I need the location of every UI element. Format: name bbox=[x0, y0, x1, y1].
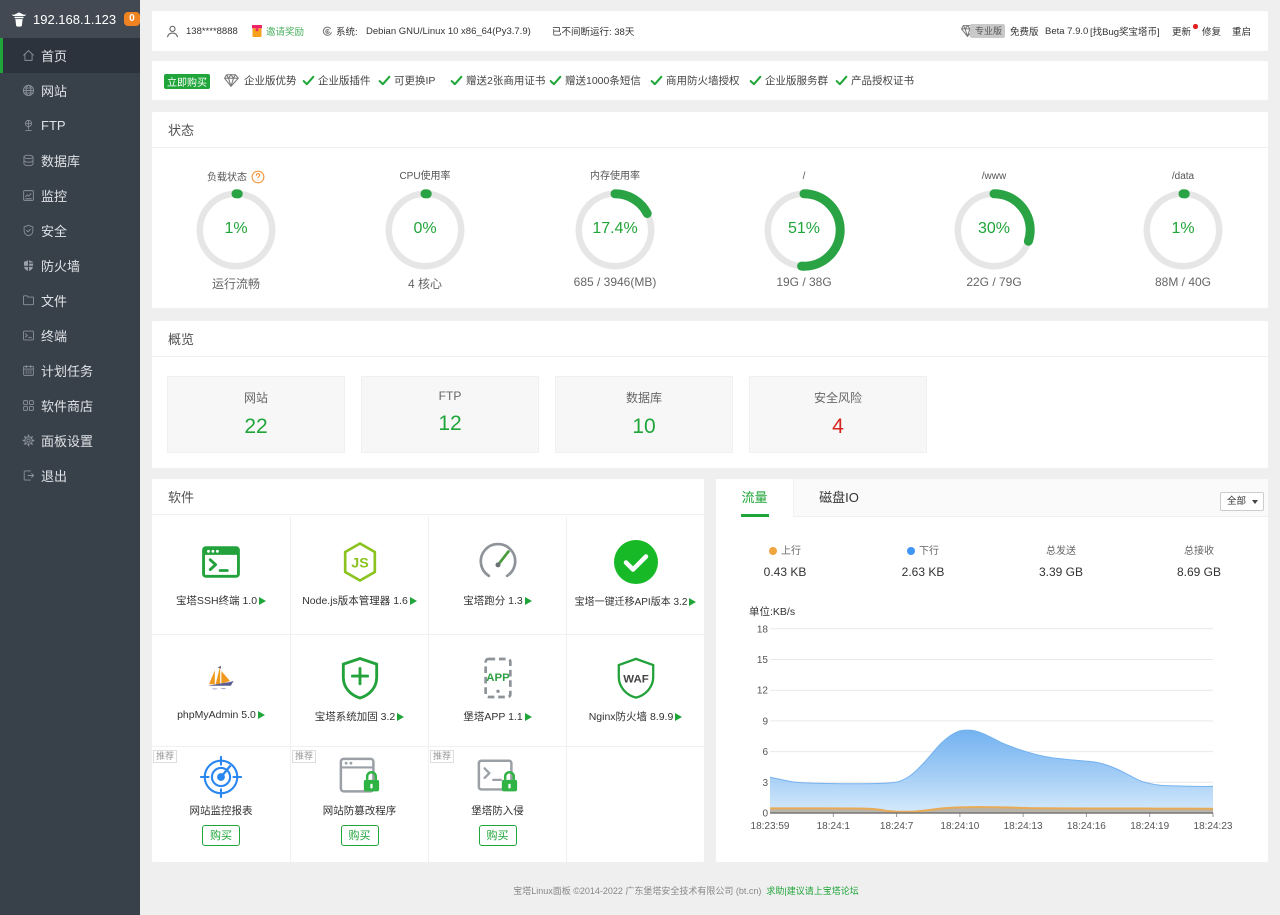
svg-text:JS: JS bbox=[351, 556, 368, 572]
svg-text:18:24:13: 18:24:13 bbox=[1004, 821, 1043, 832]
svg-text:18:24:1: 18:24:1 bbox=[817, 821, 851, 832]
svg-text:18: 18 bbox=[757, 624, 769, 635]
svg-text:18:24:10: 18:24:10 bbox=[940, 821, 979, 832]
svg-text:0: 0 bbox=[762, 809, 768, 820]
svg-text:18:24:7: 18:24:7 bbox=[880, 821, 914, 832]
svg-text:WAF: WAF bbox=[623, 673, 648, 685]
svg-text:9: 9 bbox=[762, 716, 768, 727]
svg-text:18:24:19: 18:24:19 bbox=[1130, 821, 1169, 832]
svg-text:6: 6 bbox=[762, 747, 768, 758]
svg-text:APP: APP bbox=[486, 672, 510, 684]
svg-text:18:23:59: 18:23:59 bbox=[751, 821, 790, 832]
svg-text:12: 12 bbox=[757, 686, 769, 697]
svg-text:3: 3 bbox=[762, 778, 768, 789]
svg-text:18:24:16: 18:24:16 bbox=[1067, 821, 1106, 832]
svg-text:15: 15 bbox=[757, 655, 769, 666]
svg-text:18:24:23: 18:24:23 bbox=[1194, 821, 1233, 832]
